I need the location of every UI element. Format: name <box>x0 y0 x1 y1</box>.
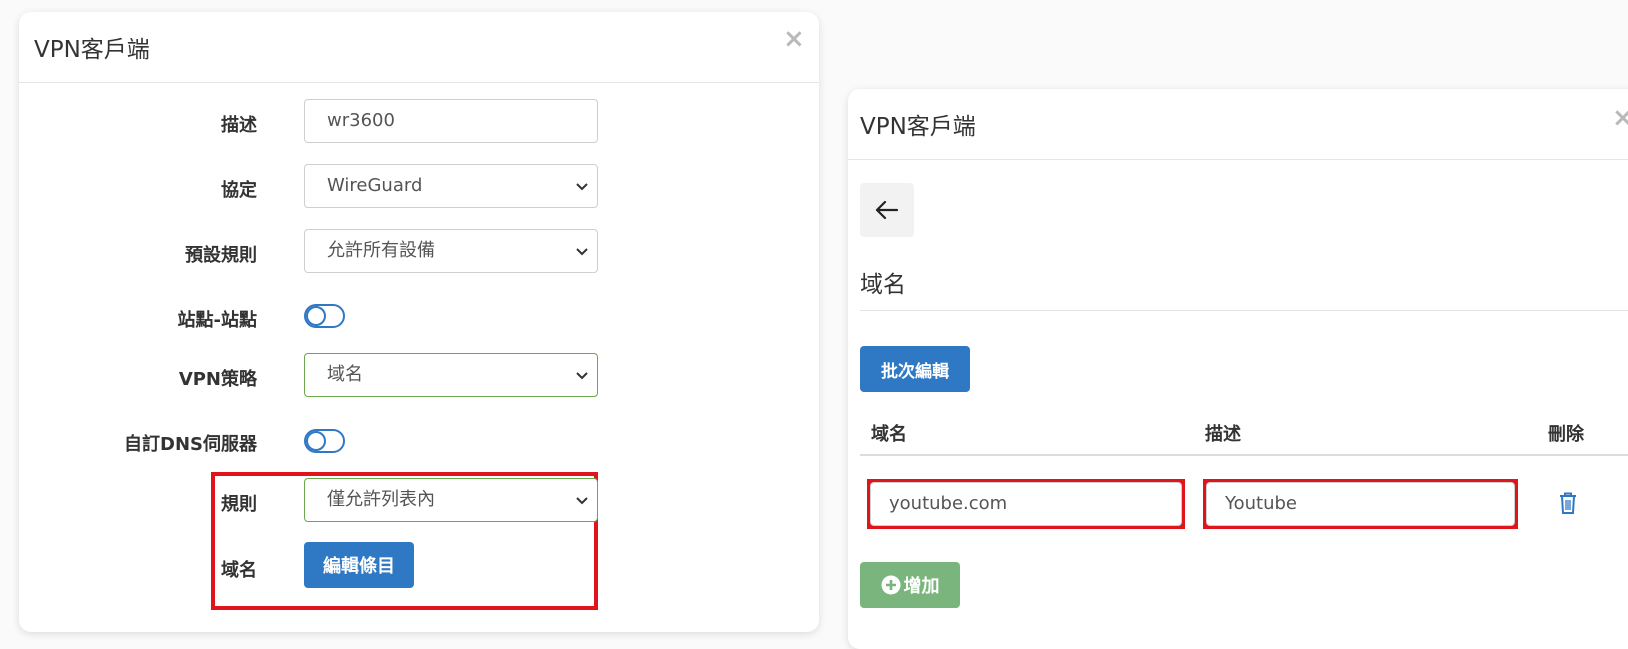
back-button[interactable] <box>860 183 914 237</box>
default-rule-select-value: 允許所有設備 <box>327 240 435 261</box>
close-button[interactable]: × <box>783 26 805 52</box>
modal-header: VPN客戶端 × <box>848 89 1628 160</box>
protocol-label: 協定 <box>221 180 257 201</box>
rule-select[interactable]: 僅允許列表內 <box>304 478 598 522</box>
table-header-divider <box>860 454 1628 456</box>
default-rule-label: 預設規則 <box>185 245 257 266</box>
toggle-knob <box>306 306 326 326</box>
chevron-down-icon <box>576 183 588 191</box>
add-button-label: 增加 <box>903 576 940 597</box>
modal-title: VPN客戶端 <box>860 114 976 140</box>
vpn-policy-label: VPN策略 <box>178 369 257 390</box>
batch-edit-button[interactable]: 批次編輯 <box>860 346 970 392</box>
custom-dns-toggle[interactable] <box>304 429 345 453</box>
description-label: 描述 <box>221 115 257 136</box>
description-column-header: 描述 <box>1205 424 1241 445</box>
plus-circle-icon <box>881 575 900 595</box>
protocol-select[interactable]: WireGuard <box>304 164 598 208</box>
rule-select-value: 僅允許列表內 <box>327 489 435 510</box>
custom-dns-label: 自訂DNS伺服器 <box>124 434 257 455</box>
vpn-policy-select-value: 域名 <box>327 364 363 385</box>
chevron-down-icon <box>576 497 588 505</box>
vpn-client-modal: VPN客戶端 × 描述 wr3600 協定 WireGuard 預設規則 允許所… <box>19 12 819 632</box>
vpn-client-domain-modal: VPN客戶端 × 域名 批次編輯 域名 描述 刪除 youtube.com Yo… <box>848 89 1628 649</box>
arrow-left-icon <box>875 200 899 220</box>
add-button[interactable]: 增加 <box>860 562 960 608</box>
trash-icon[interactable] <box>1558 491 1578 515</box>
modal-header: VPN客戶端 × <box>19 12 819 83</box>
modal-title: VPN客戶端 <box>34 37 150 63</box>
section-title: 域名 <box>860 272 906 298</box>
close-button[interactable]: × <box>1612 105 1628 131</box>
site-to-site-label: 站點-站點 <box>177 310 257 331</box>
domain-label: 域名 <box>221 560 257 581</box>
delete-column-header: 刪除 <box>1548 424 1584 445</box>
toggle-knob <box>306 431 326 451</box>
rule-label: 規則 <box>221 494 257 515</box>
domain-input[interactable]: youtube.com <box>870 482 1182 526</box>
chevron-down-icon <box>576 248 588 256</box>
section-divider <box>860 310 1628 311</box>
protocol-select-value: WireGuard <box>327 175 423 196</box>
site-to-site-toggle[interactable] <box>304 304 345 328</box>
description-input[interactable]: wr3600 <box>304 99 598 143</box>
chevron-down-icon <box>576 372 588 380</box>
vpn-policy-select[interactable]: 域名 <box>304 353 598 397</box>
default-rule-select[interactable]: 允許所有設備 <box>304 229 598 273</box>
description-input[interactable]: Youtube <box>1206 482 1515 526</box>
domain-column-header: 域名 <box>871 424 907 445</box>
edit-entries-button[interactable]: 編輯條目 <box>304 542 414 588</box>
